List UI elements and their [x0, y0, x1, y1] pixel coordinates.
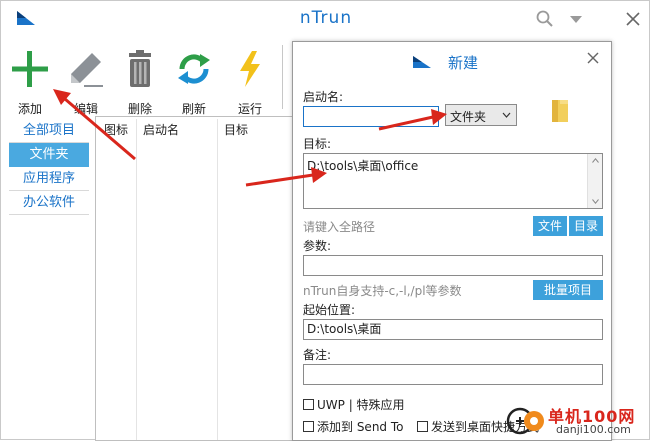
- main-window: nTrun 添加 编辑 删除 刷新 运行 全部项目 文件夹 应用程序 办公软件 …: [0, 0, 650, 441]
- chevron-up-icon: [592, 158, 599, 163]
- args-input[interactable]: [303, 255, 603, 276]
- directory-button[interactable]: 目录: [569, 216, 603, 236]
- column-icon[interactable]: 图标: [104, 121, 128, 138]
- uwp-checkbox-label: UWP | 特殊应用: [317, 398, 405, 412]
- column-divider: [217, 119, 218, 440]
- batch-items-button[interactable]: 批量项目: [533, 280, 603, 300]
- checkbox-box: [417, 421, 428, 432]
- lightning-icon: [240, 51, 260, 87]
- watermark: 单机100网 danji100.com: [504, 401, 650, 441]
- sidebar-item-apps[interactable]: 应用程序: [9, 167, 89, 191]
- uwp-checkbox[interactable]: UWP | 特殊应用: [303, 396, 405, 413]
- edit-button[interactable]: 编辑: [61, 45, 111, 116]
- refresh-label: 刷新: [181, 102, 206, 116]
- checkbox-box: [303, 421, 314, 432]
- edit-label: 编辑: [73, 102, 98, 116]
- pencil-icon: [71, 53, 103, 87]
- sidebar-item-office[interactable]: 办公软件: [9, 191, 89, 215]
- add-label: 添加: [17, 102, 42, 116]
- column-target[interactable]: 目标: [224, 121, 248, 138]
- name-label: 启动名:: [303, 90, 344, 104]
- search-icon[interactable]: [535, 9, 555, 29]
- column-name[interactable]: 启动名: [143, 121, 179, 138]
- column-divider: [136, 119, 137, 440]
- plus-icon: [12, 51, 48, 87]
- start-location-label: 起始位置:: [303, 303, 356, 317]
- watermark-logo-icon: [506, 407, 544, 435]
- delete-button[interactable]: 删除: [115, 45, 165, 116]
- title-bar: nTrun: [1, 1, 650, 37]
- file-button[interactable]: 文件: [533, 216, 567, 236]
- new-item-dialog: 新建 启动名: 文件夹 目标: D:\tools\桌面\office 请键入全路…: [292, 41, 612, 441]
- toolbar-separator: [282, 45, 283, 109]
- trash-icon: [129, 50, 151, 87]
- note-input[interactable]: [303, 364, 603, 385]
- args-hint: nTrun自身支持-c,-l,/pl等参数: [303, 284, 462, 298]
- checkbox-box: [303, 399, 314, 410]
- dialog-title: 新建: [448, 54, 479, 72]
- dropdown-icon[interactable]: [566, 9, 586, 29]
- type-select-value: 文件夹: [450, 110, 487, 124]
- dialog-title-bar: 新建: [293, 42, 611, 80]
- close-icon[interactable]: [585, 50, 601, 66]
- type-select[interactable]: 文件夹: [445, 104, 517, 126]
- app-logo-icon: [413, 56, 431, 68]
- note-label: 备注:: [303, 348, 332, 362]
- target-label: 目标:: [303, 137, 332, 151]
- run-label: 运行: [237, 102, 262, 116]
- delete-label: 删除: [127, 102, 152, 116]
- start-location-input[interactable]: D:\tools\桌面: [303, 319, 603, 340]
- target-input[interactable]: D:\tools\桌面\office: [303, 153, 603, 209]
- send-to-checkbox[interactable]: 添加到 Send To: [303, 418, 404, 435]
- run-button[interactable]: 运行: [225, 45, 275, 116]
- add-button[interactable]: 添加: [5, 45, 55, 116]
- chevron-down-icon: [592, 199, 599, 204]
- sidebar-item-folder[interactable]: 文件夹: [9, 143, 89, 167]
- close-icon[interactable]: [623, 9, 643, 29]
- refresh-icon: [178, 54, 210, 84]
- name-input[interactable]: [303, 106, 439, 127]
- path-hint: 请键入全路径: [303, 220, 376, 234]
- sidebar: 全部项目 文件夹 应用程序 办公软件: [9, 119, 89, 215]
- chevron-down-icon: [502, 112, 511, 118]
- scrollbar[interactable]: [587, 154, 602, 208]
- item-list[interactable]: 图标 启动名 目标: [95, 116, 293, 441]
- send-to-checkbox-label: 添加到 Send To: [317, 420, 404, 434]
- args-label: 参数:: [303, 239, 332, 253]
- toolbar: 添加 编辑 删除 刷新 运行: [1, 39, 291, 116]
- refresh-button[interactable]: 刷新: [169, 45, 219, 116]
- watermark-url: danji100.com: [556, 423, 631, 436]
- folder-icon[interactable]: [550, 98, 570, 124]
- sidebar-item-all[interactable]: 全部项目: [9, 119, 89, 143]
- target-value: D:\tools\桌面\office: [307, 159, 419, 173]
